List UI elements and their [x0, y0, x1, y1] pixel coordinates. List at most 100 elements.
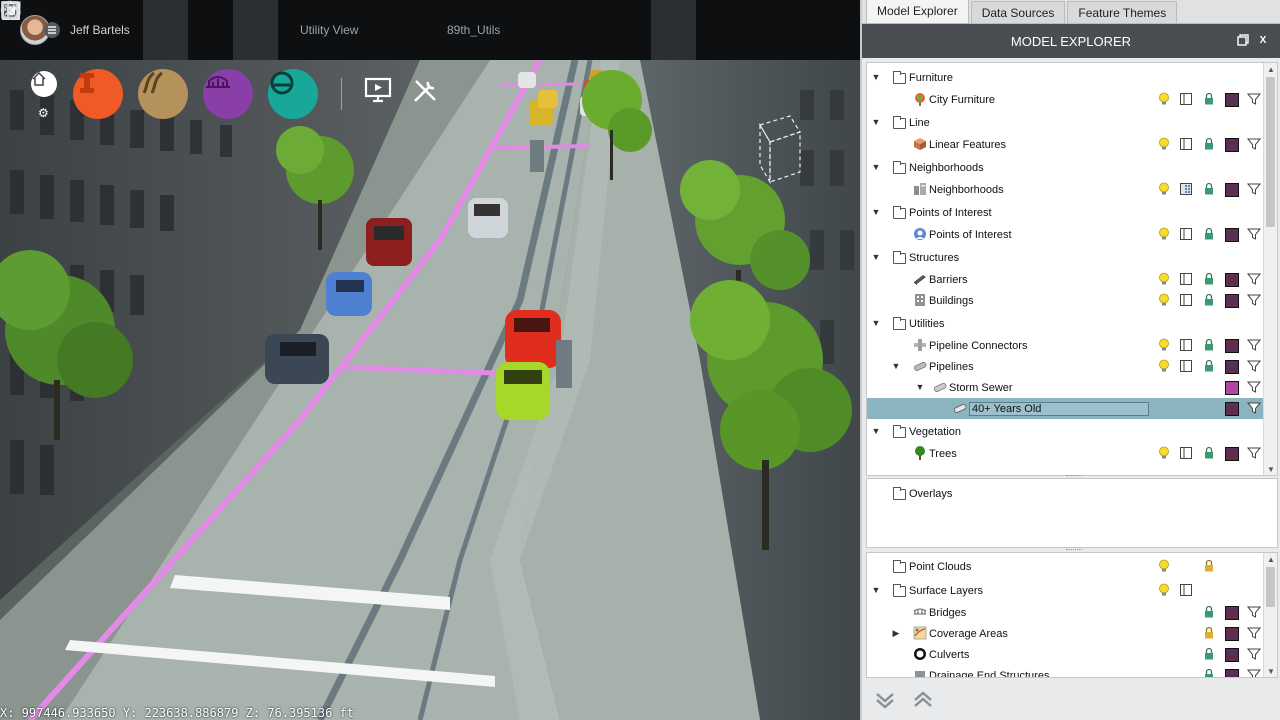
- visibility-toggle[interactable]: [1157, 293, 1171, 307]
- tree-group-row[interactable]: ▼ Neighborhoods: [867, 157, 1263, 178]
- lock-toggle[interactable]: [1202, 272, 1216, 286]
- lock-toggle[interactable]: [1202, 338, 1216, 352]
- tree-layer-row[interactable]: Linear Features: [867, 134, 1263, 155]
- home-button[interactable]: [31, 71, 57, 97]
- properties-toggle[interactable]: [1179, 137, 1193, 151]
- color-swatch[interactable]: [1225, 294, 1239, 308]
- properties-toggle[interactable]: [1179, 182, 1193, 196]
- lock-toggle[interactable]: [1202, 293, 1216, 307]
- filter-toggle[interactable]: [1247, 446, 1261, 460]
- tree-item-label[interactable]: 40+ Years Old: [969, 401, 1149, 416]
- tree-group-row[interactable]: ▼ Structures: [867, 247, 1263, 268]
- user-settings-button[interactable]: [2, 0, 278, 60]
- surface-scrollbar[interactable]: ▲ ▼: [1263, 553, 1277, 677]
- visibility-toggle[interactable]: [1157, 583, 1171, 597]
- redo-button[interactable]: [3, 0, 651, 60]
- visibility-toggle[interactable]: [1157, 446, 1171, 460]
- view-selector[interactable]: Utility View: [1, 0, 433, 60]
- tree-group-row[interactable]: ▼ Line: [867, 112, 1263, 133]
- color-swatch[interactable]: [1225, 669, 1239, 677]
- color-swatch[interactable]: [1225, 381, 1239, 395]
- color-swatch[interactable]: [1225, 138, 1239, 152]
- filter-toggle[interactable]: [1247, 380, 1261, 394]
- chevron-down-icon[interactable]: ▼: [871, 426, 881, 436]
- color-swatch[interactable]: [1225, 339, 1239, 353]
- color-swatch[interactable]: [1225, 93, 1239, 107]
- tree-group-row[interactable]: ▼ Surface Layers: [867, 580, 1263, 601]
- tree-group-row[interactable]: Point Clouds: [867, 556, 1263, 577]
- filter-toggle[interactable]: [1247, 401, 1261, 415]
- properties-toggle[interactable]: [1179, 293, 1193, 307]
- filter-toggle[interactable]: [1247, 137, 1261, 151]
- chevron-down-icon[interactable]: ▼: [891, 361, 901, 371]
- lock-toggle[interactable]: [1202, 647, 1216, 661]
- color-swatch[interactable]: [1225, 273, 1239, 287]
- undock-icon[interactable]: [1236, 33, 1250, 47]
- scroll-down-icon[interactable]: ▼: [1264, 665, 1277, 677]
- tree-layer-row[interactable]: Culverts: [867, 644, 1263, 665]
- properties-toggle[interactable]: [1179, 338, 1193, 352]
- tree-group-row[interactable]: ▼ Furniture: [867, 67, 1263, 88]
- sync-button[interactable]: [3, 0, 233, 60]
- scroll-down-icon[interactable]: ▼: [1264, 463, 1277, 475]
- filter-toggle[interactable]: [1247, 359, 1261, 373]
- tree-layer-row[interactable]: ▶ Coverage Areas: [867, 623, 1263, 644]
- filter-toggle[interactable]: [1247, 626, 1261, 640]
- filter-toggle[interactable]: [1247, 227, 1261, 241]
- color-swatch[interactable]: [1225, 183, 1239, 197]
- visibility-toggle[interactable]: [1157, 182, 1171, 196]
- gear-icon[interactable]: ⚙: [38, 106, 49, 120]
- properties-toggle[interactable]: [1179, 359, 1193, 373]
- book-button[interactable]: [2, 0, 741, 60]
- tree-layer-row[interactable]: Drainage End Structures: [867, 665, 1263, 677]
- tree-layer-row[interactable]: ▼ Pipelines: [867, 356, 1263, 377]
- tree-layer-row[interactable]: Points of Interest: [867, 224, 1263, 245]
- tree-layer-row[interactable]: Buildings: [867, 290, 1263, 311]
- tree-group-row[interactable]: ▼ Vegetation: [867, 421, 1263, 442]
- tools-button[interactable]: [410, 76, 446, 112]
- properties-toggle[interactable]: [1179, 583, 1193, 597]
- tree-layer-row[interactable]: 40+ Years Old: [867, 398, 1263, 419]
- lock-toggle[interactable]: [1202, 182, 1216, 196]
- properties-toggle[interactable]: [1179, 92, 1193, 106]
- properties-toggle[interactable]: [1179, 227, 1193, 241]
- undo-button[interactable]: [0, 0, 607, 60]
- filter-toggle[interactable]: [1247, 272, 1261, 286]
- visibility-toggle[interactable]: [1157, 92, 1171, 106]
- filter-toggle[interactable]: [1247, 668, 1261, 677]
- filter-toggle[interactable]: [1247, 293, 1261, 307]
- color-swatch[interactable]: [1225, 402, 1239, 416]
- chevron-down-icon[interactable]: ▼: [871, 318, 881, 328]
- tab-data-sources[interactable]: Data Sources: [970, 1, 1066, 23]
- tab-model-explorer[interactable]: Model Explorer: [866, 0, 969, 23]
- surface-layers-tree[interactable]: ▲ ▼ Point Clouds ▼ Surface Layers Bridges ▶ C…: [866, 552, 1278, 678]
- hamburger-icon[interactable]: [44, 22, 60, 38]
- drainage-tool-button[interactable]: [268, 69, 318, 119]
- filter-toggle[interactable]: [1247, 92, 1261, 106]
- tree-layer-row[interactable]: Neighborhoods: [867, 179, 1263, 200]
- chevron-down-icon[interactable]: ▼: [871, 72, 881, 82]
- chevron-down-icon[interactable]: ▼: [871, 207, 881, 217]
- presentation-button[interactable]: [363, 76, 399, 112]
- road-tool-button[interactable]: [138, 69, 188, 119]
- tree-layer-row[interactable]: City Furniture: [867, 89, 1263, 110]
- visibility-toggle[interactable]: [1157, 272, 1171, 286]
- tree-group-row[interactable]: ▼ Points of Interest: [867, 202, 1263, 223]
- layers-button[interactable]: [2, 0, 696, 60]
- visibility-toggle[interactable]: [1157, 359, 1171, 373]
- project-selector[interactable]: 89th_Utils: [1, 0, 563, 60]
- lock-toggle[interactable]: [1202, 359, 1216, 373]
- lock-toggle[interactable]: [1202, 605, 1216, 619]
- expand-all-button[interactable]: [908, 685, 938, 715]
- lock-toggle[interactable]: [1202, 626, 1216, 640]
- filter-toggle[interactable]: [1247, 338, 1261, 352]
- bridge-tool-button[interactable]: [203, 69, 253, 119]
- chevron-right-icon[interactable]: ▶: [891, 628, 901, 638]
- tree-group-row[interactable]: Overlays: [867, 483, 1263, 504]
- help-button[interactable]: ?: [0, 0, 831, 60]
- tab-feature-themes[interactable]: Feature Themes: [1067, 1, 1178, 23]
- tree-group-row[interactable]: ▼ Utilities: [867, 313, 1263, 334]
- lock-toggle[interactable]: [1202, 92, 1216, 106]
- properties-toggle[interactable]: [1179, 446, 1193, 460]
- chevron-down-icon[interactable]: ▼: [871, 585, 881, 595]
